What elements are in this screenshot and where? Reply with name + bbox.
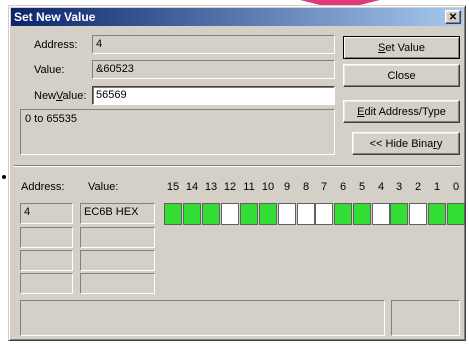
- bit-label: 2: [414, 181, 422, 193]
- bit-label: 5: [358, 181, 366, 193]
- bit-label: 11: [243, 181, 255, 193]
- new-value-label-post: alue:: [62, 90, 87, 102]
- edit-label: dit Address/Type: [364, 105, 446, 118]
- new-value-label: NewValue:: [34, 90, 86, 102]
- bit-toggle-12[interactable]: [221, 203, 239, 225]
- bit-toggle-6[interactable]: [334, 203, 352, 225]
- bit-toggle-13[interactable]: [202, 203, 220, 225]
- bit-label: 6: [339, 181, 347, 193]
- hide-binary-button[interactable]: << Hide Bina r y: [352, 132, 460, 155]
- hide-binary-label-pre: << Hide Bina: [369, 137, 434, 150]
- bit-label: 1: [433, 181, 441, 193]
- bit-label: 9: [283, 181, 291, 193]
- edit-accel: E: [357, 105, 365, 118]
- binary-value-cell-empty: [80, 273, 155, 294]
- bit-label: 0: [452, 181, 460, 193]
- binary-address-cell-empty: [20, 250, 73, 271]
- bit-label: 8: [302, 181, 310, 193]
- bit-toggle-1[interactable]: [428, 203, 446, 225]
- close-icon[interactable]: ✕: [445, 10, 461, 24]
- bit-toggle-7[interactable]: [315, 203, 333, 225]
- bit-label: 10: [261, 181, 275, 193]
- close-glyph: ✕: [448, 11, 458, 23]
- value-label: Value:: [34, 64, 65, 76]
- bit-label: 15: [166, 181, 180, 193]
- close-button-label: Close: [387, 69, 416, 82]
- status-panel-main: [20, 300, 385, 336]
- bit-toggle-3[interactable]: [390, 203, 408, 225]
- range-box: 0 to 65535: [20, 109, 335, 155]
- section-divider: [14, 165, 461, 167]
- binary-value-cell-empty: [80, 227, 155, 248]
- status-panel-side: [391, 300, 460, 336]
- binary-address-cell-empty: [20, 273, 73, 294]
- value-field: &60523: [92, 60, 335, 79]
- title-bar[interactable]: Set New Value ✕: [11, 8, 463, 26]
- binary-value-cell: EC6B HEX: [80, 203, 155, 224]
- bit-toggle-9[interactable]: [278, 203, 296, 225]
- edit-address-type-button[interactable]: Edit Address/Type: [343, 100, 460, 123]
- set-value-button[interactable]: Set Value: [343, 36, 460, 59]
- set-value-label: et Value: [385, 41, 425, 54]
- bit-label: 12: [223, 181, 237, 193]
- address-label: Address:: [34, 39, 78, 51]
- bit-toggle-14[interactable]: [183, 203, 201, 225]
- bit-toggle-15[interactable]: [164, 203, 182, 225]
- binary-address-cell: 4: [20, 203, 73, 224]
- binary-address-cell-empty: [20, 227, 73, 248]
- binary-value-header: Value:: [88, 181, 119, 193]
- bit-label: 14: [185, 181, 199, 193]
- bit-label: 4: [377, 181, 385, 193]
- bit-toggle-2[interactable]: [409, 203, 427, 225]
- new-value-label-pre: New: [34, 90, 57, 102]
- bit-label: 7: [320, 181, 328, 193]
- bit-toggle-4[interactable]: [372, 203, 390, 225]
- address-field: 4: [92, 35, 335, 54]
- bit-label: 13: [204, 181, 218, 193]
- bit-toggle-5[interactable]: [353, 203, 371, 225]
- set-value-accel: S: [378, 41, 386, 54]
- bit-label: 3: [395, 181, 403, 193]
- hide-binary-label-post: y: [436, 137, 443, 150]
- window-title: Set New Value: [14, 10, 96, 24]
- bit-toggle-11[interactable]: [240, 203, 258, 225]
- range-text: 0 to 65535: [25, 113, 77, 125]
- binary-address-header: Address:: [21, 181, 65, 193]
- new-value-input[interactable]: 56569: [92, 86, 335, 105]
- bit-toggle-0[interactable]: [447, 203, 465, 225]
- close-button[interactable]: Close: [343, 64, 460, 87]
- binary-value-cell-empty: [80, 250, 155, 271]
- bit-toggle-8[interactable]: [297, 203, 315, 225]
- bullet-dot: [2, 175, 6, 179]
- bit-toggle-10[interactable]: [259, 203, 277, 225]
